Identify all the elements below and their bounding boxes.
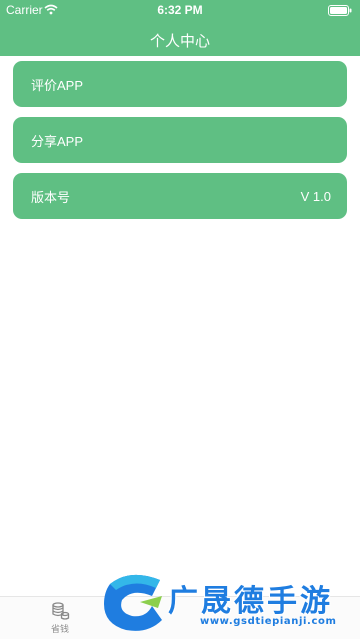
page-title: 个人中心 <box>149 33 210 50</box>
battery-icon <box>328 5 352 16</box>
watermark-title: 广晟德手游 <box>168 584 333 619</box>
watermark-url: www.gsdtiepianji.com <box>200 616 337 627</box>
version-item[interactable]: 版本号 V 1.0 <box>13 173 347 219</box>
status-bar: Carrier 6:32 PM <box>0 0 360 20</box>
menu-item-label: 版本号 <box>31 189 71 205</box>
status-time: 6:32 PM <box>157 3 203 17</box>
watermark: 广晟德手游 www.gsdtiepianji.com <box>100 566 356 636</box>
rate-app-item[interactable]: 评价APP <box>13 61 347 107</box>
version-value: V 1.0 <box>300 188 331 204</box>
menu-item-label: 评价APP <box>31 77 84 93</box>
watermark-logo-icon <box>104 574 162 631</box>
settings-menu: 评价APP 分享APP 版本号 V 1.0 <box>13 61 347 229</box>
tab-save-money[interactable]: 省钱 <box>36 601 84 635</box>
share-app-item[interactable]: 分享APP <box>13 117 347 163</box>
tab-label: 省钱 <box>50 624 69 634</box>
menu-item-label: 分享APP <box>31 133 84 149</box>
coins-stack-icon <box>52 602 70 620</box>
header-bar: Carrier 6:32 PM 个人中心 <box>0 0 360 56</box>
